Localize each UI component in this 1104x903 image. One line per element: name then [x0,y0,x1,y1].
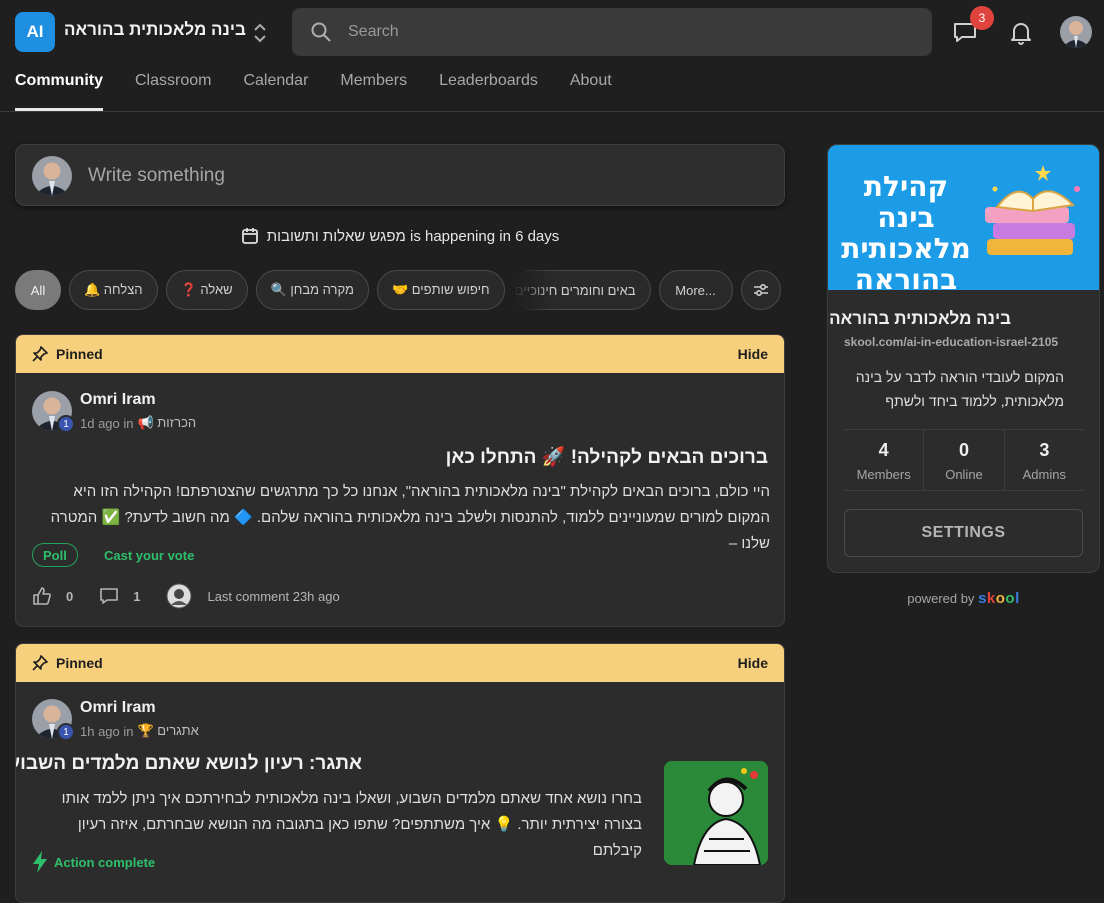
composer-placeholder[interactable]: Write something [88,165,225,187]
comment-count: 1 [133,588,141,604]
pinned-label: Pinned [56,655,103,671]
level-badge: 1 [57,415,75,433]
post-meta: 1h ago in אתגרים 🏆 [80,723,199,739]
post-card[interactable]: Pinned Hide 1 Omri Iram 1h ago in אתגרים… [15,643,785,903]
search-bar[interactable] [292,8,932,56]
members-count: 4 [878,440,889,460]
books-illustration [985,165,1080,255]
post-category[interactable]: אתגרים 🏆 [138,723,199,739]
event-text: מפגש שאלות ותשובות is happening in 6 day… [266,227,560,245]
post-time: 1h ago in [80,723,134,739]
post-title[interactable]: ברוכים הבאים לקהילה! 🚀 התחלו כאן [446,445,768,469]
filter-more[interactable]: More... [658,270,733,310]
action-status: Action complete [32,851,155,873]
powered-by-label: powered by [907,591,975,606]
sliders-icon [753,283,768,297]
calendar-icon [241,228,258,244]
post-time: 1d ago in [80,415,134,431]
members-label: Members [856,467,911,482]
like-icon[interactable] [32,586,52,606]
author-avatar[interactable]: 1 [32,391,76,435]
tab-classroom[interactable]: Classroom [135,72,211,112]
filter-success[interactable]: הצלחה 🔔 [69,270,158,310]
community-url[interactable]: skool.com/ai-in-education-israel-2105 [844,335,1058,349]
last-comment: Last comment 23h ago [207,588,340,604]
post-meta: 1d ago in הכרזות 📢 [80,415,196,431]
search-icon [311,22,331,42]
tab-members[interactable]: Members [340,72,407,112]
upcoming-event[interactable]: מפגש שאלות ותשובות is happening in 6 day… [0,227,800,245]
filter-case-study[interactable]: מקרה מבחן 🔍 [255,270,369,310]
filter-question[interactable]: שאלה ❓ [165,270,248,310]
filter-partners[interactable]: חיפוש שותפים 🤝 [376,270,505,310]
hide-button[interactable]: Hide [738,655,768,671]
poll-pill: Poll [32,543,78,567]
cast-vote-link[interactable]: Cast your vote [104,548,194,563]
post-stats: 0 1 Last comment 23h ago [32,583,340,609]
tab-community[interactable]: Community [15,72,103,112]
community-banner: קהילת בינה מלאכותית בהוראה [828,145,1099,295]
post-title[interactable]: אתגר: רעיון לנושא שאתם מלמדים השבוע [16,753,362,775]
search-input[interactable] [348,23,908,41]
tab-leaderboards[interactable]: Leaderboards [439,72,538,112]
powered-by[interactable]: powered by skool [827,590,1100,607]
like-count: 0 [66,588,74,604]
level-badge: 1 [57,723,75,741]
stat-members[interactable]: 4 Members [844,430,923,490]
author-avatar[interactable]: 1 [32,699,76,743]
community-card: קהילת בינה מלאכותית בהוראה בינה מלאכותית… [827,144,1100,573]
community-logo[interactable]: AI [15,12,55,52]
chevron-up-down-icon[interactable] [250,20,270,46]
post-composer[interactable]: Write something [15,144,785,206]
community-description: המקום לעובדי הוראה לדבר על בינה מלאכותית… [855,369,1064,409]
pinned-bar: Pinned Hide [16,644,784,682]
author-name[interactable]: Omri Iram [80,699,156,717]
admins-count: 3 [1039,440,1050,460]
bell-icon[interactable] [1009,20,1033,46]
stat-online[interactable]: 0 Online [923,430,1003,490]
banner-title: קהילת בינה מלאכותית בהוראה [841,170,971,296]
pin-icon [32,655,48,671]
chat-notification-badge: 3 [970,6,994,30]
filter-all[interactable]: All [15,270,61,310]
online-label: Online [945,467,983,482]
community-name[interactable]: בינה מלאכותית בהוראה [64,20,246,40]
hide-button[interactable]: Hide [738,346,768,362]
stat-admins[interactable]: 3 Admins [1003,430,1084,490]
post-thumbnail[interactable] [664,761,768,865]
commenter-avatar [166,583,192,609]
online-count: 0 [958,440,969,460]
community-stats: 4 Members 0 Online 3 Admins [844,429,1084,491]
post-body[interactable]: היי כולם, ברוכים הבאים לקהילת "בינה מלאכ… [32,479,770,557]
author-name[interactable]: Omri Iram [80,391,156,409]
admins-label: Admins [1022,467,1066,482]
filter-settings-button[interactable] [740,270,781,310]
pinned-label: Pinned [56,346,103,362]
post-category[interactable]: הכרזות 📢 [138,415,197,431]
settings-button[interactable]: SETTINGS [844,509,1083,557]
pinned-bar: Pinned Hide [16,335,784,373]
comment-icon[interactable] [99,587,119,605]
tab-about[interactable]: About [570,72,612,112]
pin-icon [32,346,48,362]
category-filters: All הצלחה 🔔 שאלה ❓ מקרה מבחן 🔍 חיפוש שות… [15,270,781,310]
user-avatar[interactable] [1060,16,1092,48]
lightning-icon [33,851,47,873]
tab-calendar[interactable]: Calendar [243,72,308,112]
action-complete-label: Action complete [54,854,156,870]
filter-resources[interactable]: באים וחומרים חינוכיים [512,270,651,310]
post-card[interactable]: Pinned Hide 1 Omri Iram 1d ago in הכרזות… [15,334,785,627]
community-title: בינה מלאכותית בהוראה [829,309,1011,328]
skool-logo: skool [978,590,1020,607]
composer-avatar [32,156,72,196]
top-bar: AI בינה מלאכותית בהוראה 3 Community Clas… [0,0,1104,112]
nav-tabs: Community Classroom Calendar Members Lea… [15,72,644,112]
